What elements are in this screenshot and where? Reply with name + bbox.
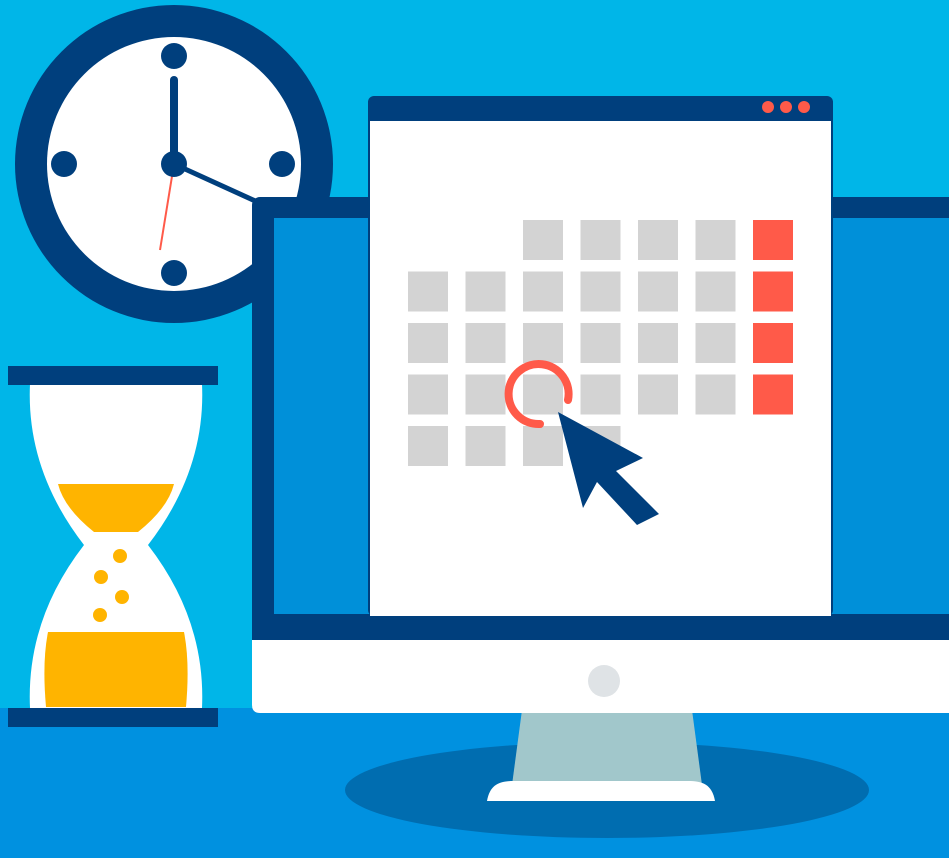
calendar-day-highlighted[interactable]	[753, 374, 793, 415]
calendar-day[interactable]	[408, 271, 448, 312]
calendar-day[interactable]	[695, 323, 736, 363]
calendar-day[interactable]	[408, 374, 448, 415]
calendar-day[interactable]	[465, 323, 506, 363]
calendar-day[interactable]	[408, 426, 448, 466]
calendar-day[interactable]	[580, 220, 621, 260]
calendar-day[interactable]	[638, 374, 678, 415]
window-dot[interactable]	[798, 101, 810, 113]
calendar-day[interactable]	[695, 374, 736, 415]
calendar-day-selected[interactable]	[523, 374, 563, 415]
calendar-icon	[368, 96, 833, 616]
calendar-day[interactable]	[465, 426, 506, 466]
calendar-day-highlighted[interactable]	[753, 323, 793, 363]
calendar-day[interactable]	[638, 323, 678, 363]
calendar-day[interactable]	[523, 323, 563, 363]
calendar-day[interactable]	[580, 323, 621, 363]
hourglass-icon	[8, 366, 218, 727]
window-dot[interactable]	[780, 101, 792, 113]
calendar-day[interactable]	[465, 271, 506, 312]
calendar-day-highlighted[interactable]	[753, 271, 793, 312]
window-dot[interactable]	[762, 101, 774, 113]
calendar-day[interactable]	[408, 323, 448, 363]
calendar-day[interactable]	[638, 220, 678, 260]
calendar-day[interactable]	[695, 271, 736, 312]
calendar-day[interactable]	[465, 374, 506, 415]
power-button[interactable]	[588, 665, 620, 697]
calendar-day-highlighted[interactable]	[753, 220, 793, 260]
scheduling-illustration	[0, 5, 949, 858]
calendar-day[interactable]	[695, 220, 736, 260]
calendar-day[interactable]	[523, 220, 563, 260]
calendar-day[interactable]	[638, 271, 678, 312]
calendar-day[interactable]	[580, 271, 621, 312]
window-body	[370, 121, 831, 616]
calendar-day[interactable]	[580, 374, 621, 415]
calendar-day[interactable]	[523, 271, 563, 312]
calendar-day[interactable]	[523, 426, 563, 466]
